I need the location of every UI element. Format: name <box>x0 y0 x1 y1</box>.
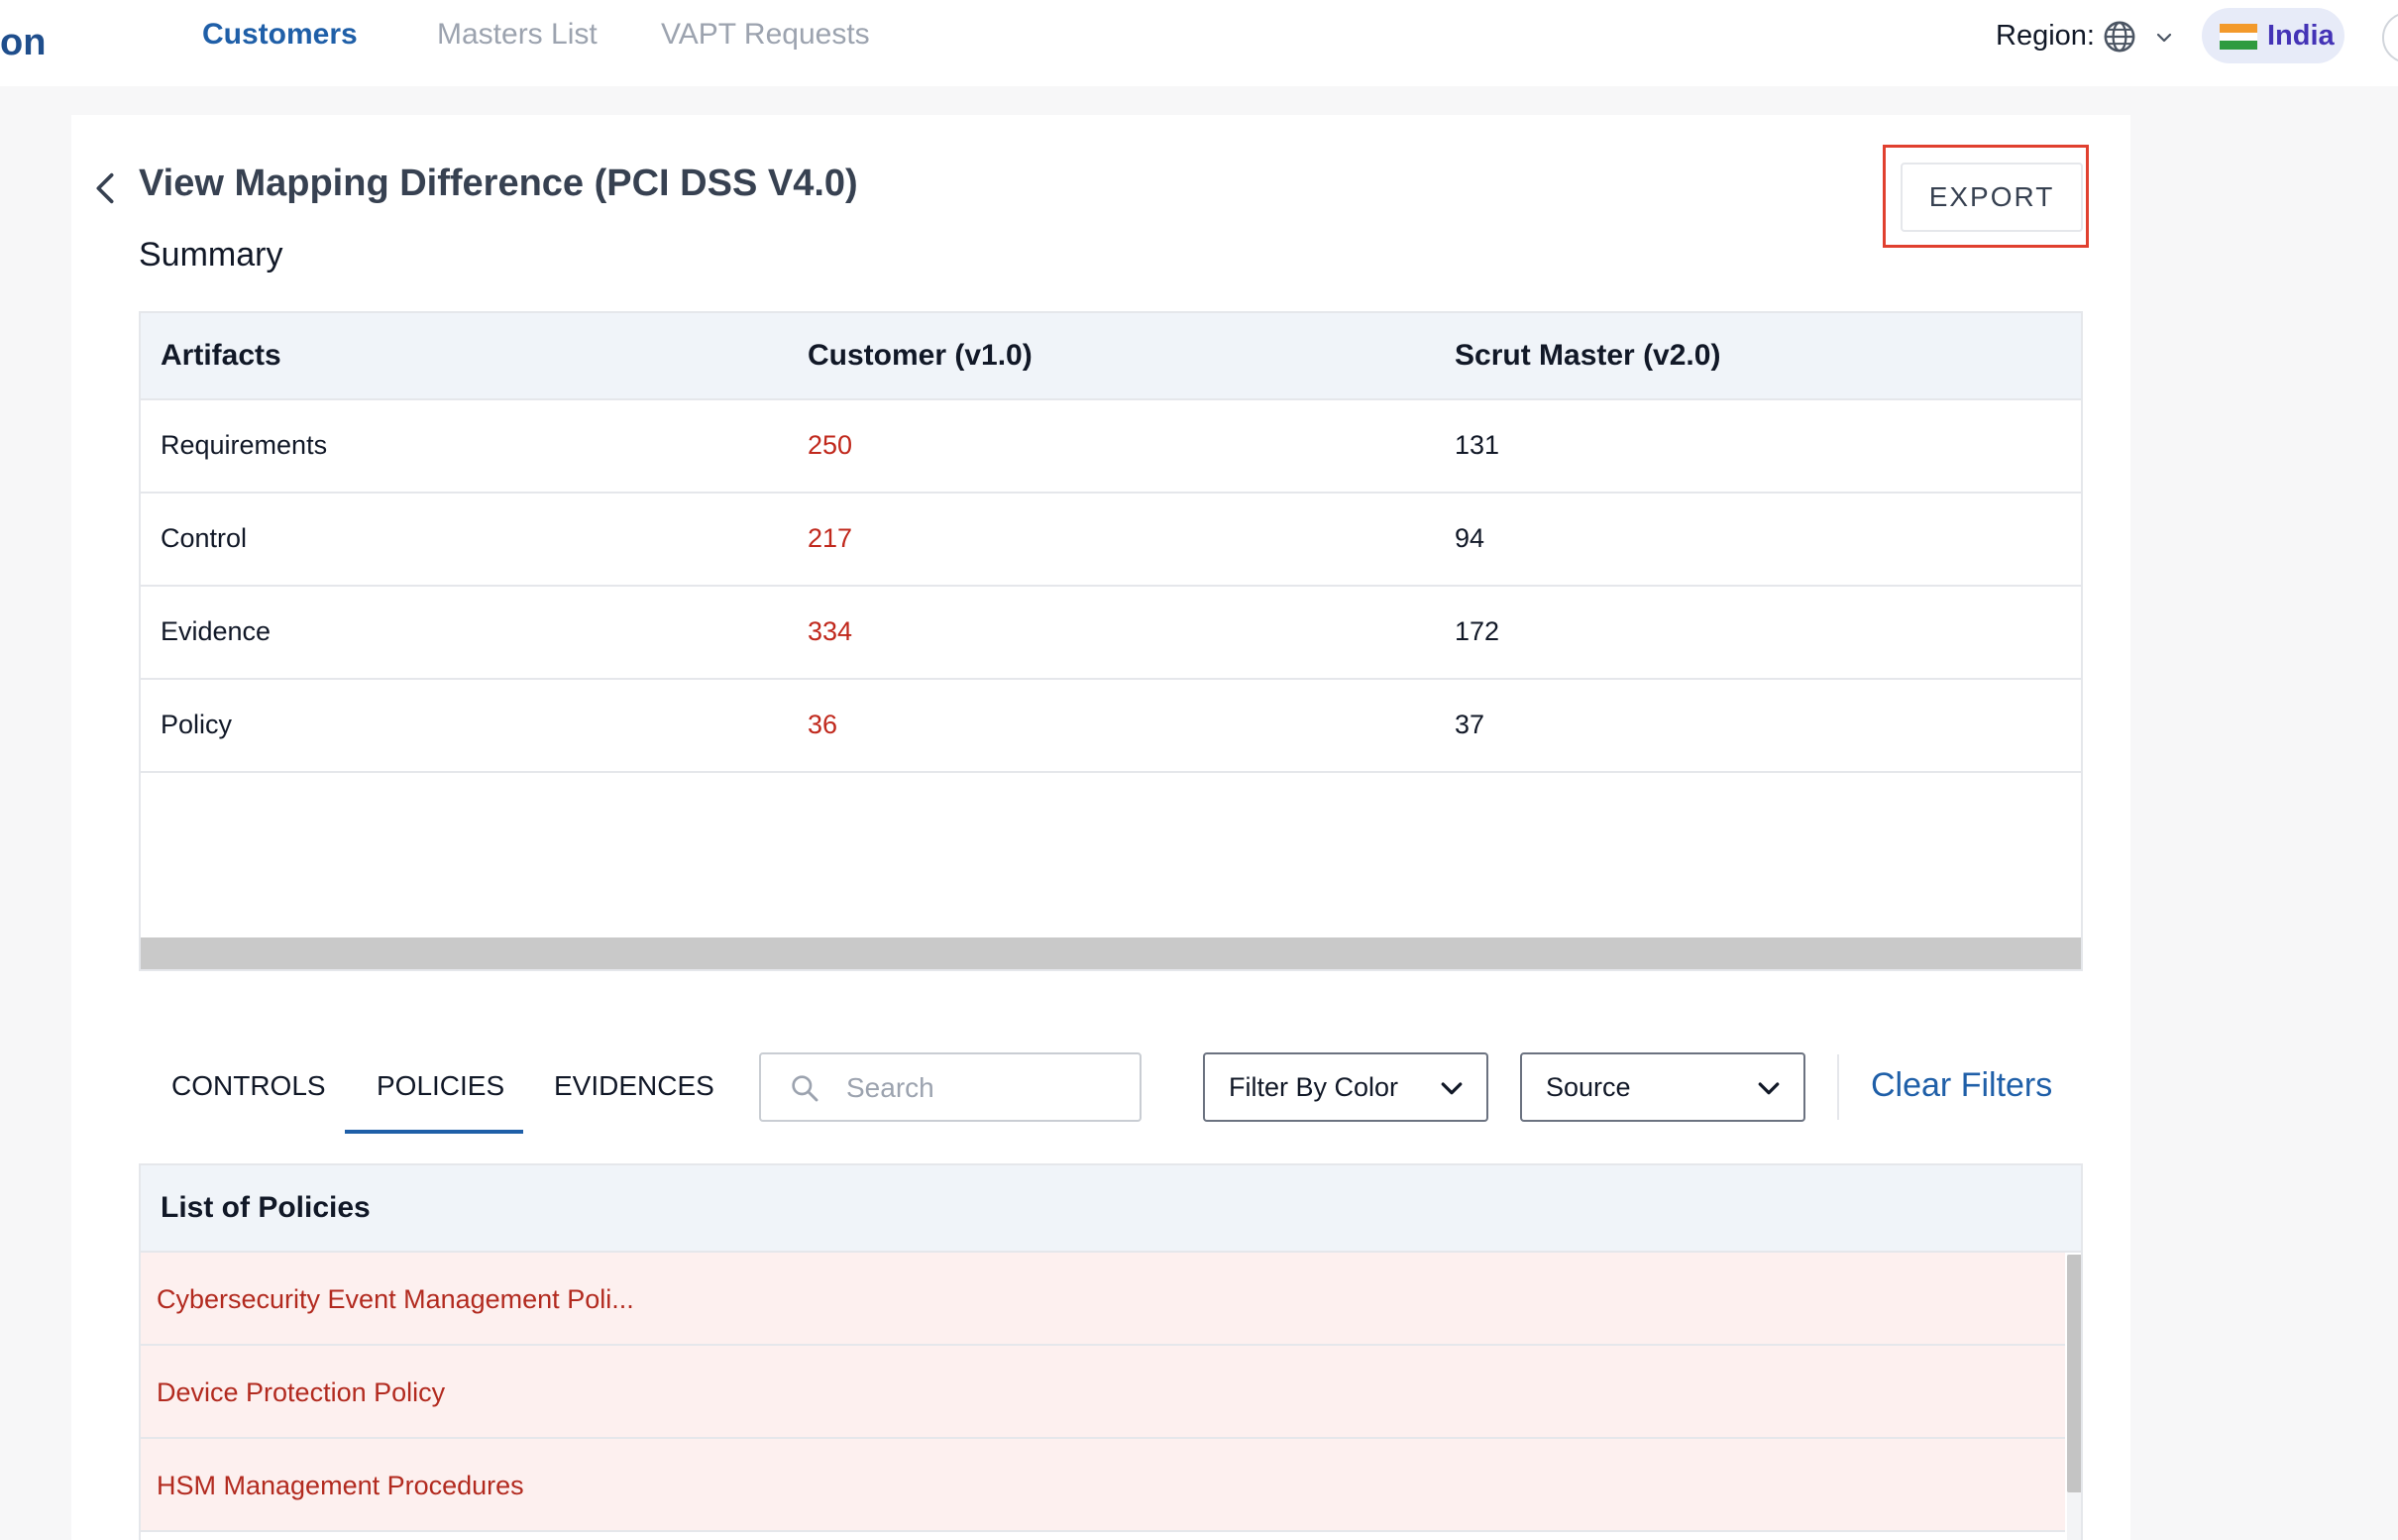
list-item[interactable]: Device Protection Policy <box>141 1346 2065 1439</box>
tab-evidences[interactable]: EVIDENCES <box>554 1070 714 1102</box>
india-flag-icon <box>2220 24 2257 50</box>
list-item[interactable]: Cybersecurity Event Management Poli... <box>141 1253 2065 1346</box>
top-nav: on Customers Masters List VAPT Requests … <box>0 0 2398 86</box>
policy-name: Cybersecurity Event Management Poli... <box>157 1284 634 1314</box>
column-header-customer: Customer (v1.0) <box>808 339 1033 372</box>
nav-link-customers[interactable]: Customers <box>202 18 358 52</box>
artifact-cell: Control <box>161 523 248 553</box>
search-input[interactable] <box>844 1064 1126 1112</box>
export-button[interactable]: EXPORT <box>1901 163 2083 232</box>
policies-table: List of Policies Cybersecurity Event Man… <box>139 1163 2083 1540</box>
filter-by-color-dropdown[interactable]: Filter By Color <box>1203 1052 1488 1122</box>
customer-count-cell: 217 <box>808 523 853 553</box>
horizontal-scrollbar[interactable] <box>141 937 2081 969</box>
customer-count-cell: 250 <box>808 430 853 460</box>
policies-table-header: List of Policies <box>141 1165 2081 1253</box>
summary-heading: Summary <box>139 236 283 274</box>
table-row: Evidence 334 172 <box>141 587 2081 680</box>
filter-divider <box>1837 1054 1839 1120</box>
chevron-down-icon <box>1758 1082 1780 1095</box>
source-label: Source <box>1546 1072 1631 1102</box>
source-dropdown[interactable]: Source <box>1520 1052 1805 1122</box>
master-count-cell: 37 <box>1455 710 1485 739</box>
nav-link-vapt-requests[interactable]: VAPT Requests <box>661 18 870 52</box>
column-header-master: Scrut Master (v2.0) <box>1455 339 1721 372</box>
summary-table-header: Artifacts Customer (v1.0) Scrut Master (… <box>141 313 2081 400</box>
vertical-scrollbar[interactable] <box>2067 1255 2081 1540</box>
filter-by-color-label: Filter By Color <box>1229 1072 1399 1102</box>
globe-icon[interactable] <box>2103 20 2136 54</box>
search-box[interactable] <box>759 1052 1142 1122</box>
customer-count-cell: 334 <box>808 616 853 646</box>
customer-count-cell: 36 <box>808 710 838 739</box>
artifact-cell: Policy <box>161 710 233 739</box>
nav-link-masters-list[interactable]: Masters List <box>437 18 598 52</box>
master-count-cell: 94 <box>1455 523 1485 553</box>
region-selector[interactable]: India <box>2202 8 2344 63</box>
table-row: Control 217 94 <box>141 494 2081 587</box>
tab-controls[interactable]: CONTROLS <box>171 1070 326 1102</box>
back-arrow-icon[interactable] <box>89 168 121 208</box>
table-row: Requirements 250 131 <box>141 400 2081 494</box>
region-value: India <box>2267 20 2335 52</box>
policy-name: Device Protection Policy <box>157 1377 446 1407</box>
summary-table: Artifacts Customer (v1.0) Scrut Master (… <box>139 311 2083 971</box>
list-item[interactable]: HSM Management Procedures <box>141 1439 2065 1532</box>
brand-logo[interactable]: on <box>0 22 46 64</box>
policy-name: HSM Management Procedures <box>157 1471 524 1500</box>
main-card: View Mapping Difference (PCI DSS V4.0) S… <box>71 115 2130 1540</box>
tab-policies[interactable]: POLICIES <box>377 1070 504 1102</box>
master-count-cell: 131 <box>1455 430 1500 460</box>
column-header-artifacts: Artifacts <box>161 339 281 372</box>
page-title: View Mapping Difference (PCI DSS V4.0) <box>139 163 858 204</box>
policies-list-title: List of Policies <box>161 1191 371 1224</box>
clear-filters-link[interactable]: Clear Filters <box>1871 1066 2052 1105</box>
active-tab-indicator <box>345 1130 523 1134</box>
artifact-cell: Evidence <box>161 616 272 646</box>
chevron-down-icon[interactable] <box>2152 26 2176 50</box>
user-avatar[interactable] <box>2382 12 2398 63</box>
master-count-cell: 172 <box>1455 616 1500 646</box>
scrollbar-thumb[interactable] <box>2067 1255 2081 1492</box>
artifact-cell: Requirements <box>161 430 328 460</box>
region-label: Region: <box>1996 20 2095 52</box>
search-icon <box>792 1075 818 1102</box>
chevron-down-icon <box>1441 1082 1463 1095</box>
table-row: Policy 36 37 <box>141 680 2081 773</box>
